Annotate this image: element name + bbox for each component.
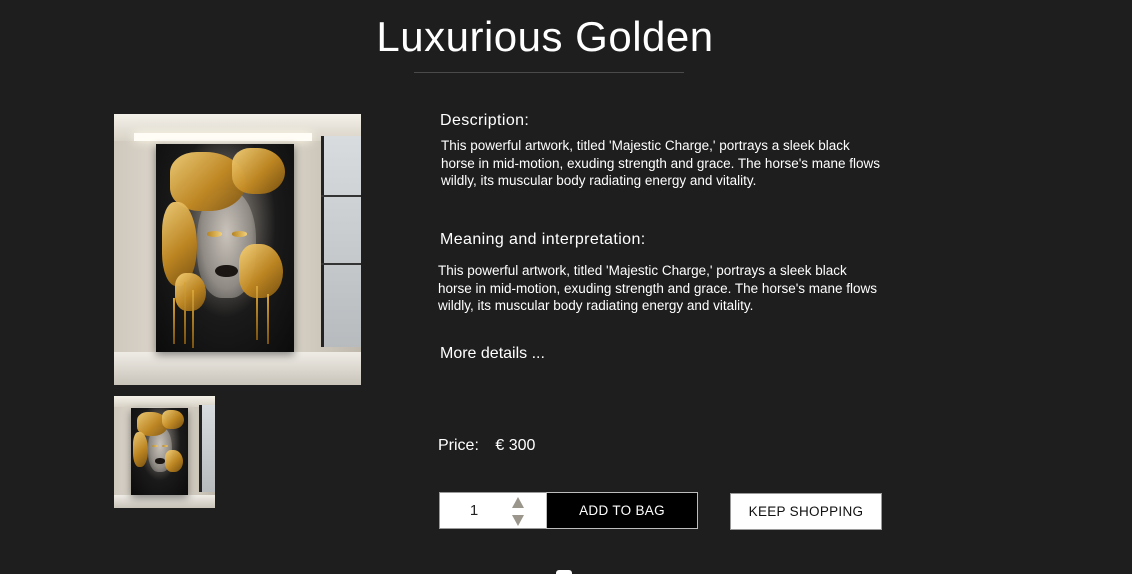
title-divider — [414, 72, 684, 73]
triangle-down-icon[interactable] — [511, 513, 525, 527]
description-text: This powerful artwork, titled 'Majestic … — [441, 138, 881, 188]
keep-shopping-button[interactable]: KEEP SHOPPING — [730, 493, 882, 530]
triangle-up-icon[interactable] — [511, 496, 525, 510]
scroll-indicator[interactable] — [556, 570, 572, 574]
quantity-stepper — [439, 492, 547, 529]
artwork-canvas — [155, 143, 295, 353]
more-details-link[interactable]: More details ... — [440, 345, 545, 363]
price-value: € 300 — [495, 437, 536, 454]
meaning-heading: Meaning and interpretation: — [440, 231, 646, 248]
page-title: Luxurious Golden — [376, 13, 714, 60]
quantity-input[interactable] — [440, 493, 508, 528]
description-heading: Description: — [440, 112, 530, 129]
price-label: Price: — [438, 437, 479, 454]
meaning-text: This powerful artwork, titled 'Majestic … — [438, 263, 878, 313]
add-to-bag-button[interactable]: ADD TO BAG — [546, 492, 698, 529]
product-page: Luxurious Golden Description: This power… — [0, 0, 1132, 574]
main-product-image — [114, 114, 361, 385]
product-thumbnail[interactable] — [114, 396, 215, 508]
price-row: Price: € 300 — [438, 437, 535, 455]
